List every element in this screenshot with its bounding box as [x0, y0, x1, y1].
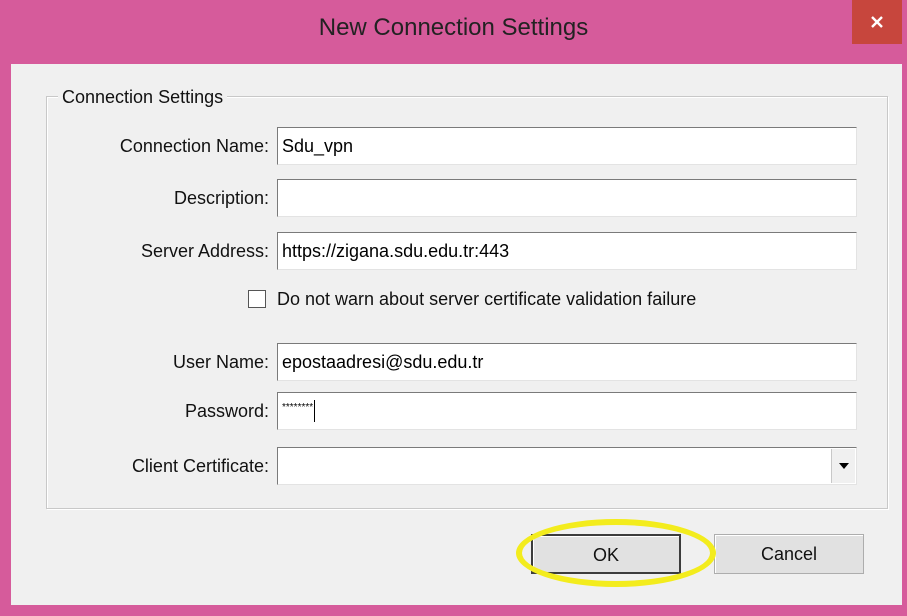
- title-bar[interactable]: New Connection Settings: [0, 0, 907, 64]
- password-label: Password:: [184, 401, 269, 421]
- description-input[interactable]: [277, 179, 857, 217]
- group-legend: Connection Settings: [58, 86, 228, 108]
- server-address-input[interactable]: https://zigana.sdu.edu.tr:443: [277, 232, 857, 270]
- close-button[interactable]: [852, 0, 902, 44]
- description-label: Description:: [173, 188, 269, 208]
- text-caret: [314, 400, 316, 422]
- cancel-button[interactable]: Cancel: [714, 534, 864, 574]
- server-address-label: Server Address:: [140, 241, 269, 261]
- user-name-value: epostaadresi@sdu.edu.tr: [282, 352, 484, 372]
- connection-name-label: Connection Name:: [119, 136, 269, 156]
- client-certificate-label: Client Certificate:: [131, 456, 269, 476]
- client-certificate-select[interactable]: [277, 447, 857, 485]
- dialog-body: Connection Settings Connection Name: Sdu…: [11, 64, 902, 605]
- chevron-down-icon: [838, 463, 849, 469]
- password-input[interactable]: ********: [277, 392, 857, 430]
- connection-name-value: Sdu_vpn: [282, 136, 354, 156]
- ok-button[interactable]: OK: [531, 534, 681, 574]
- client-certificate-dropdown-button[interactable]: [831, 449, 855, 483]
- close-icon: [871, 16, 883, 28]
- server-address-value: https://zigana.sdu.edu.tr:443: [282, 241, 510, 261]
- dialog-window: New Connection Settings Connection Setti…: [0, 0, 907, 616]
- connection-name-input[interactable]: Sdu_vpn: [277, 127, 857, 165]
- cert-warning-checkbox[interactable]: [248, 290, 266, 308]
- password-value: ********: [282, 402, 314, 413]
- user-name-input[interactable]: epostaadresi@sdu.edu.tr: [277, 343, 857, 381]
- cert-warning-label[interactable]: Do not warn about server certificate val…: [277, 288, 696, 310]
- user-name-label: User Name:: [172, 352, 269, 372]
- window-title: New Connection Settings: [318, 14, 589, 41]
